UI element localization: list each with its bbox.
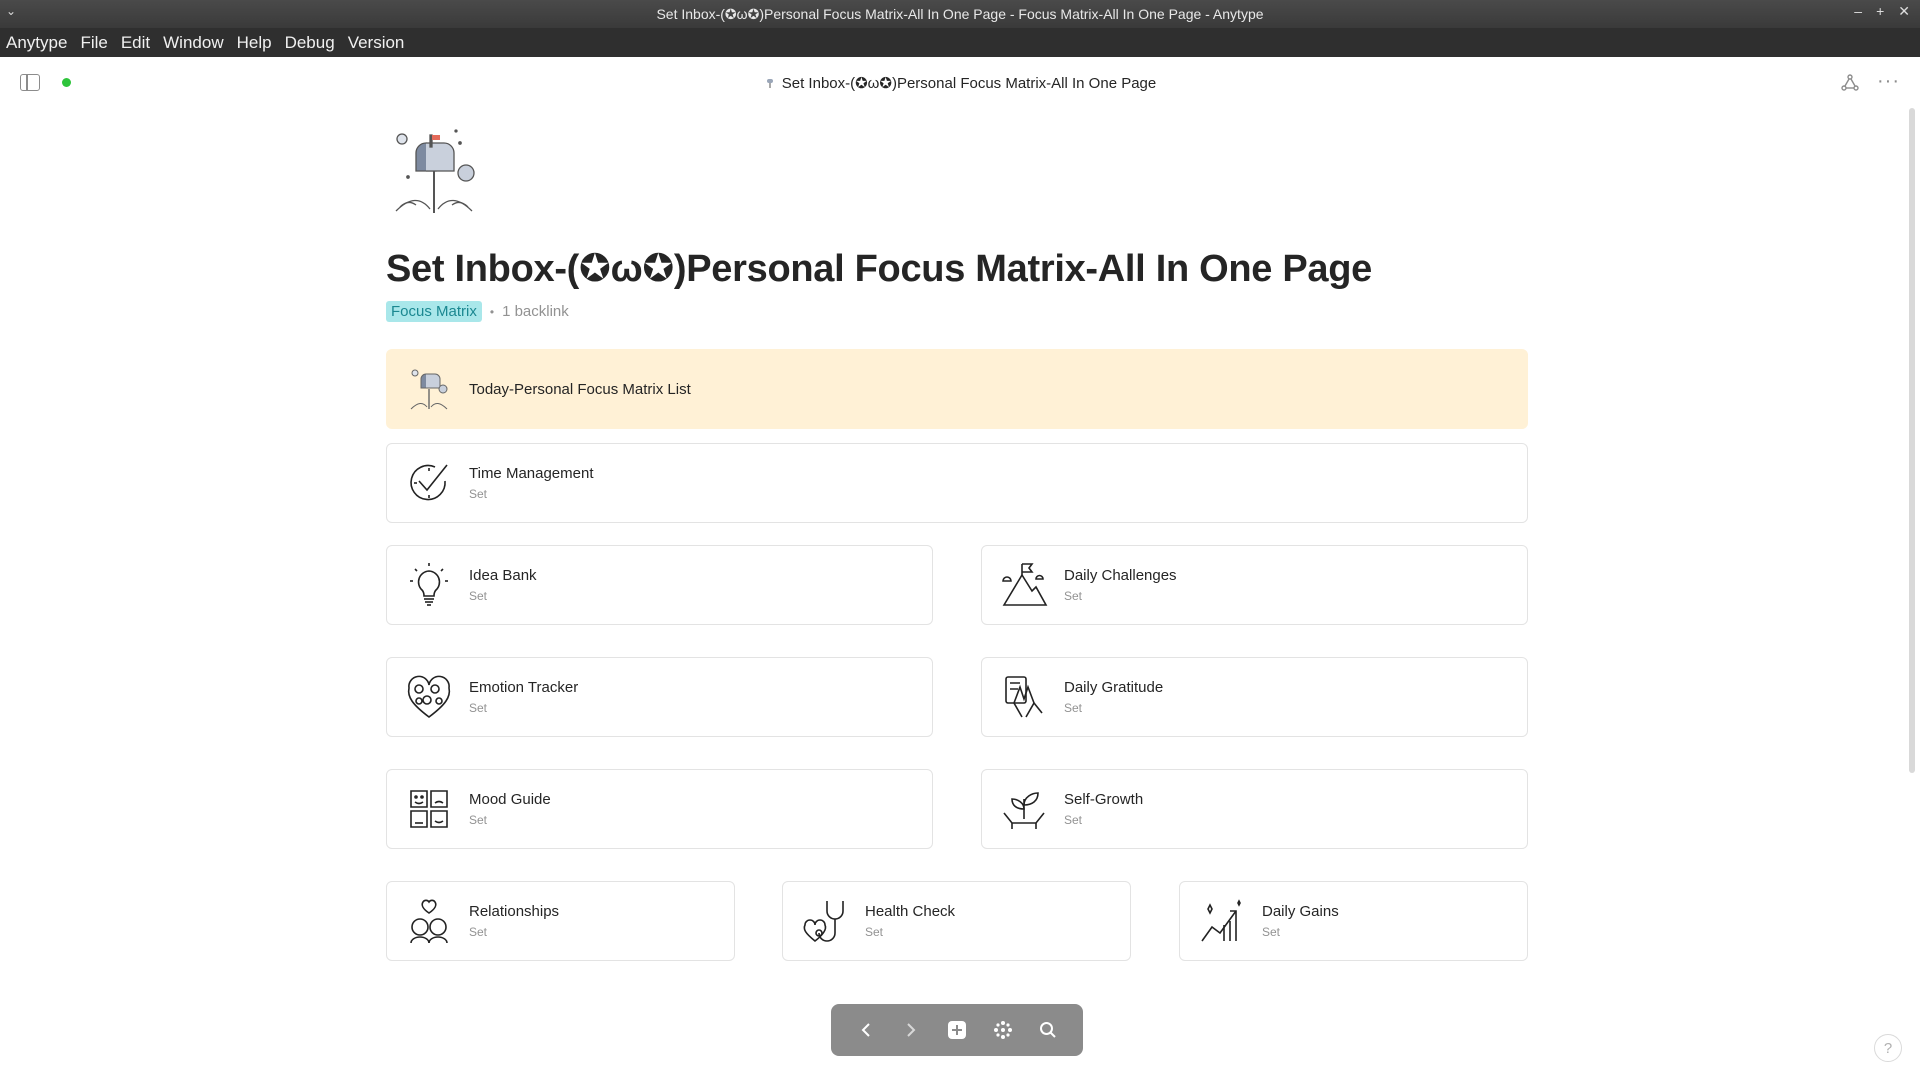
menu-help[interactable]: Help [237,33,272,53]
more-options-icon[interactable]: ··· [1877,70,1900,93]
card-title: Mood Guide [469,791,551,808]
clock-check-icon [410,464,448,501]
couple-heart-icon [410,899,448,944]
card-title: Relationships [469,903,560,920]
header-breadcrumb[interactable]: Set Inbox-(✪ω✪)Personal Focus Matrix-All… [0,74,1920,92]
page-content: Set Inbox-(✪ω✪)Personal Focus Matrix-All… [386,125,1528,322]
card-self-growth[interactable]: Self-Growth Set [981,769,1528,849]
page-title[interactable]: Set Inbox-(✪ω✪)Personal Focus Matrix-All… [386,246,1528,291]
backlink-count[interactable]: 1 backlink [502,303,569,320]
card-idea-bank[interactable]: Idea Bank Set [386,545,933,625]
menu-version[interactable]: Version [348,33,405,53]
card-title: Idea Bank [469,567,537,584]
chart-up-icon [1201,899,1241,942]
mood-faces-icon [410,790,448,828]
header-title-text: Set Inbox-(✪ω✪)Personal Focus Matrix-All… [781,75,1157,92]
card-title: Daily Gratitude [1064,679,1164,696]
sprout-hands-icon [1003,792,1045,829]
menu-edit[interactable]: Edit [121,33,150,53]
forward-arrow-icon[interactable] [899,1018,923,1042]
os-title-bar: ⌄ Set Inbox-(✪ω✪)Personal Focus Matrix-A… [0,0,1920,28]
lightbulb-icon [410,563,448,606]
card-title: Today-Personal Focus Matrix List [469,380,691,398]
graph-icon[interactable] [1840,73,1860,93]
card-type: Set [469,701,488,715]
card-today-list[interactable]: Today-Personal Focus Matrix List [386,349,1528,429]
card-type: Set [1262,925,1281,939]
help-button[interactable]: ? [1874,1034,1902,1062]
back-arrow-icon[interactable] [854,1018,878,1042]
mailbox-mini-icon [766,79,773,88]
card-type: Set [1064,589,1083,603]
add-object-icon[interactable] [945,1018,969,1042]
card-daily-challenges[interactable]: Daily Challenges Set [981,545,1528,625]
mailbox-icon [395,129,475,213]
type-tag[interactable]: Focus Matrix [386,301,482,322]
heart-faces-icon [407,675,451,719]
card-time-management[interactable]: Time Management Set [386,443,1528,523]
menu-anytype[interactable]: Anytype [6,33,67,53]
card-daily-gains[interactable]: Daily Gains Set [1179,881,1528,961]
card-type: Set [1064,701,1083,715]
page-meta: Focus Matrix • 1 backlink [386,301,1528,322]
mailbox-icon [410,369,448,410]
card-type: Set [469,813,488,827]
card-relationships[interactable]: Relationships Set [386,881,735,961]
scrollbar[interactable] [1909,108,1915,773]
mountain-flag-icon [1002,563,1048,606]
app-header: Set Inbox-(✪ω✪)Personal Focus Matrix-All… [0,57,1920,109]
card-type: Set [469,925,488,939]
window-menu-icon[interactable]: ⌄ [6,4,16,18]
card-emotion-tracker[interactable]: Emotion Tracker Set [386,657,933,737]
card-mood-guide[interactable]: Mood Guide Set [386,769,933,849]
graph-view-icon[interactable] [991,1018,1015,1042]
card-title: Time Management [469,465,594,482]
close-icon[interactable]: ✕ [1898,3,1910,20]
maximize-icon[interactable]: + [1876,3,1884,20]
card-daily-gratitude[interactable]: Daily Gratitude Set [981,657,1528,737]
card-title: Self-Growth [1064,791,1144,808]
card-title: Daily Challenges [1064,567,1177,584]
card-title: Emotion Tracker [469,679,579,696]
bottom-navigation [831,1004,1083,1056]
menu-window[interactable]: Window [163,33,223,53]
menu-debug[interactable]: Debug [285,33,335,53]
card-health-check[interactable]: Health Check Set [782,881,1131,961]
meta-separator: • [489,304,495,319]
menu-bar: Anytype File Edit Window Help Debug Vers… [0,28,1920,57]
window-title: Set Inbox-(✪ω✪)Personal Focus Matrix-All… [656,5,1264,22]
stethoscope-icon [803,901,844,943]
minimize-icon[interactable]: – [1854,3,1862,20]
card-type: Set [865,925,884,939]
card-type: Set [1064,813,1083,827]
card-title: Daily Gains [1262,903,1339,920]
card-type: Set [469,487,488,501]
menu-file[interactable]: File [80,33,107,53]
card-type: Set [469,589,488,603]
search-icon[interactable] [1036,1018,1060,1042]
card-title: Health Check [865,903,956,920]
prayer-hands-icon [1005,676,1043,718]
